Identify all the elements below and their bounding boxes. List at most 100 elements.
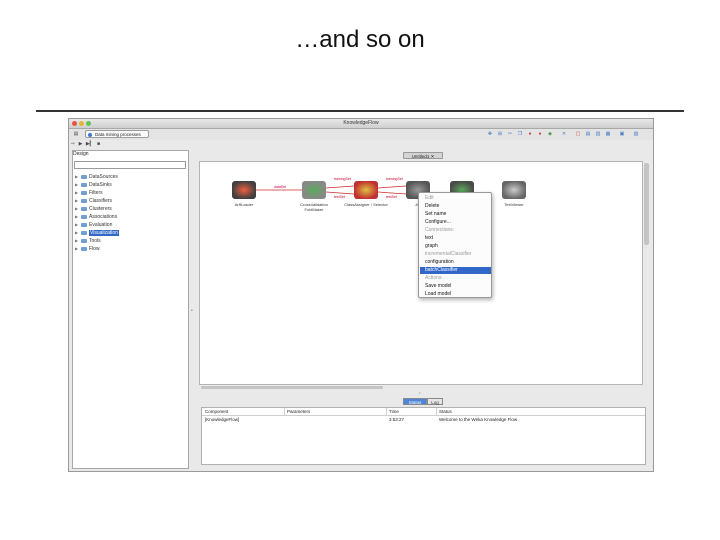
pointer-tool-icon[interactable]: ✥ (487, 131, 493, 137)
component-context-menu: Edit Delete Set name Configure... Connec… (418, 192, 492, 298)
folder-icon (81, 206, 87, 211)
expand-triangle-icon[interactable]: ▶ (75, 197, 80, 204)
tree-item-datasinks[interactable]: ▶ DataSinks (75, 181, 112, 188)
connection-testset2-line[interactable] (377, 191, 407, 195)
expand-triangle-icon[interactable]: ▶ (75, 221, 80, 228)
vertical-splitter[interactable]: • (189, 150, 195, 469)
help-icon[interactable]: ▧ (633, 131, 639, 137)
step-back-icon[interactable]: ⇨ (71, 141, 75, 147)
cut-icon[interactable]: ✂ (507, 131, 513, 137)
tree-item-visualization[interactable]: ▶ Visualization (75, 229, 119, 236)
tab-log[interactable]: Log (427, 398, 443, 405)
play-sequential-icon[interactable]: ▶▎ (86, 141, 94, 147)
menu-item-delete[interactable]: Delete (420, 203, 491, 210)
connection-label-testset: testSet (334, 195, 345, 199)
menu-header-actions: Actions: (425, 275, 443, 281)
copy-icon[interactable]: ❐ (517, 131, 523, 137)
tree-item-evaluation[interactable]: ▶ Evaluation (75, 221, 112, 228)
table-header-divider (202, 415, 645, 416)
note-icon[interactable]: ◆ (547, 131, 553, 137)
delete-icon[interactable]: ● (527, 131, 533, 137)
folder-icon (81, 238, 87, 243)
layout-icon[interactable]: ▣ (619, 131, 625, 137)
expand-triangle-icon[interactable]: ▶ (75, 245, 80, 252)
tree-item-classifiers[interactable]: ▶ Classifiers (75, 197, 112, 204)
expand-triangle-icon[interactable]: ▶ (75, 205, 80, 212)
expand-triangle-icon[interactable]: ▶ (75, 237, 80, 244)
tab-close-icon[interactable]: ✕ (431, 154, 435, 159)
class-assigner-icon[interactable] (354, 181, 378, 199)
folder-icon (81, 182, 87, 187)
slide-divider (36, 110, 684, 112)
menu-item-text[interactable]: text (420, 235, 491, 242)
menu-item-incremental-classifier: incrementalClassifier (425, 251, 472, 257)
menu-item-edit: Edit (425, 195, 434, 201)
folder-icon (81, 230, 87, 235)
menu-item-configure[interactable]: Configure... (420, 219, 491, 226)
snap-to-grid-icon[interactable]: ⊞ (497, 131, 503, 137)
tab-untitled1[interactable]: Untitled1 ✕ (403, 152, 443, 159)
flow-controls: ⇨ ▶ ▶▎ ■ (71, 141, 101, 148)
text-viewer-icon[interactable] (502, 181, 526, 199)
load-flow-icon[interactable]: ▥ (595, 131, 601, 137)
tab-data-mining-processes[interactable]: Data mining processes (85, 130, 149, 138)
tab-status[interactable]: Status (403, 398, 427, 405)
paste-icon[interactable]: ● (537, 131, 543, 137)
connection-label-testset-2: testSet (386, 195, 397, 199)
new-flow-icon[interactable]: ▢ (575, 131, 581, 137)
canvas-horizontal-scrollbar[interactable] (201, 386, 383, 389)
tab-close-icon[interactable] (88, 132, 92, 137)
cell-time: 3:53:27 (389, 417, 405, 422)
slide-title: …and so on (295, 26, 425, 53)
expand-triangle-icon[interactable]: ▶ (75, 229, 80, 236)
connection-trainingset2-line[interactable] (377, 185, 407, 189)
folder-icon (81, 246, 87, 251)
hide-panel-icon[interactable]: ▤ (73, 131, 79, 137)
component-label-arffloader: ArffLoader (234, 202, 254, 207)
cell-component: [KnowledgeFlow] (205, 417, 240, 422)
top-toolbar: ▤ Data mining processes ✥ ⊞ ✂ ❐ ● ● ◆ ✕ … (69, 129, 653, 140)
save-flow-icon[interactable]: ▤ (585, 131, 591, 137)
splitter-grip-icon: • (191, 308, 193, 314)
tree-item-datasources[interactable]: ▶ DataSources (75, 173, 118, 180)
tree-item-tools[interactable]: ▶ Tools (75, 237, 101, 244)
expand-triangle-icon[interactable]: ▶ (75, 189, 80, 196)
expand-triangle-icon[interactable]: ▶ (75, 181, 80, 188)
menu-item-graph[interactable]: graph (420, 243, 491, 250)
folder-icon (81, 198, 87, 203)
component-label-foldmaker: CrossValidation FoldMaker (300, 202, 328, 212)
play-icon[interactable]: ▶ (79, 141, 83, 147)
arff-loader-icon[interactable] (232, 181, 256, 199)
menu-item-configuration[interactable]: configuration (420, 259, 491, 266)
folder-icon (81, 214, 87, 219)
cell-status: Welcome to the Weka Knowledge Flow (439, 417, 518, 422)
canvas-vertical-scrollbar[interactable] (644, 163, 649, 245)
expand-triangle-icon[interactable]: ▶ (75, 213, 80, 220)
design-panel-label: Design (73, 151, 89, 157)
connection-label-dataset: dataSet (274, 185, 287, 189)
stop-icon[interactable]: ■ (97, 141, 100, 147)
template-icon[interactable]: ▦ (605, 131, 611, 137)
connection-testset-line[interactable] (325, 191, 355, 195)
connection-trainingset-line[interactable] (325, 185, 355, 189)
menu-item-batch-classifier[interactable]: batchClassifier (420, 267, 491, 274)
menu-item-save-model[interactable]: Save model (420, 283, 491, 290)
horizontal-splitter-grip-icon[interactable]: • (419, 390, 420, 395)
tree-item-filters[interactable]: ▶ Filters (75, 189, 103, 196)
design-search-input[interactable] (74, 161, 186, 169)
knowledgeflow-window: KnowledgeFlow ▤ Data mining processes ✥ … (68, 118, 654, 472)
component-label-classassigner: ClassAssigner / Selector (344, 202, 388, 207)
tree-item-flow[interactable]: ▶ Flow (75, 245, 100, 252)
zoom-in-icon[interactable]: ✕ (561, 131, 567, 137)
tree-item-associations[interactable]: ▶ Associations (75, 213, 117, 220)
tab-label: Data mining processes (95, 132, 141, 137)
tree-item-clusterers[interactable]: ▶ Clusterers (75, 205, 112, 212)
menu-item-set-name[interactable]: Set name (420, 211, 491, 218)
expand-triangle-icon[interactable]: ▶ (75, 173, 80, 180)
connection-label-trainingset-2: trainingSet (386, 177, 403, 181)
component-label-textviewer: TextViewer (504, 202, 524, 207)
title-bar[interactable]: KnowledgeFlow (69, 119, 653, 129)
folder-icon (81, 190, 87, 195)
fold-maker-icon[interactable] (302, 181, 326, 199)
menu-item-load-model[interactable]: Load model (420, 291, 491, 298)
